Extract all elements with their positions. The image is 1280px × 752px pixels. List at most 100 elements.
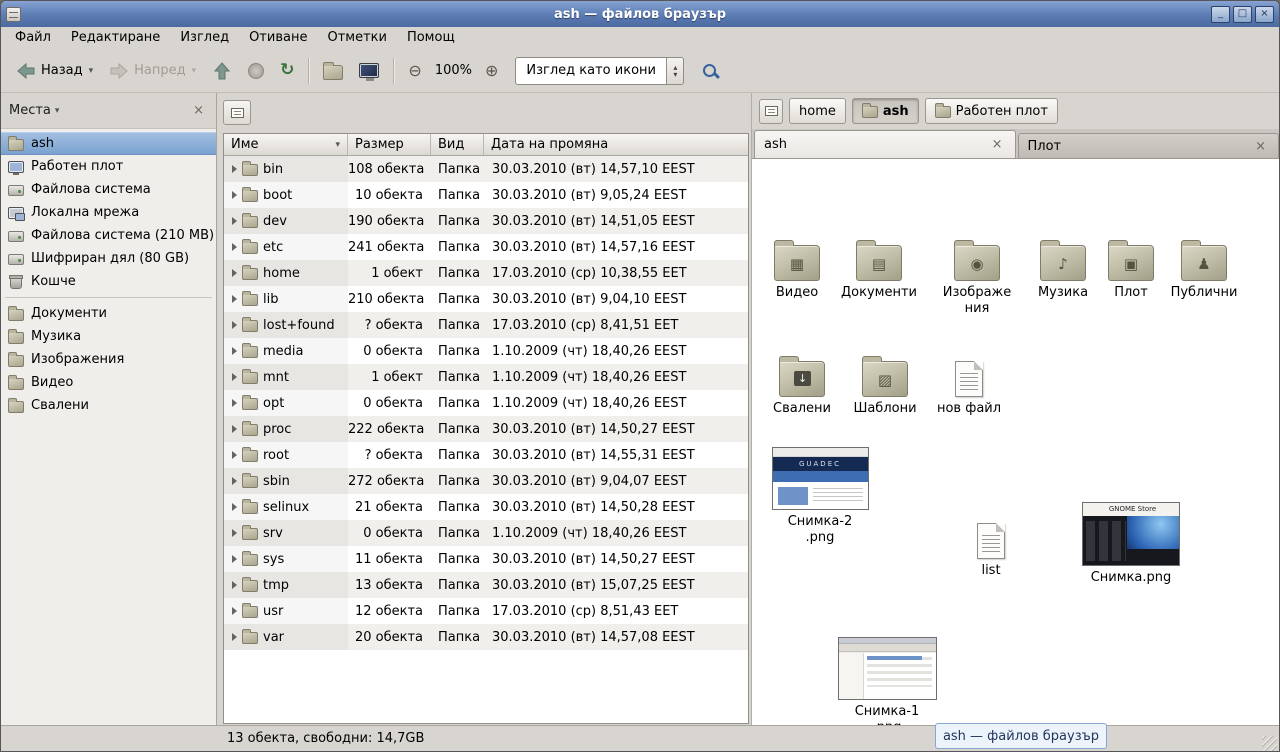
combo-arrows-icon[interactable]: ▴▾ <box>666 58 683 84</box>
sidebar-item-trash[interactable]: Кошче <box>1 270 216 293</box>
file-snimka-2[interactable]: GUADEC Снимка-2.png <box>770 447 870 546</box>
menu-item[interactable]: Редактиране <box>61 27 170 49</box>
expander-icon[interactable] <box>232 555 237 563</box>
close-button[interactable]: × <box>1255 6 1274 23</box>
view-mode-select[interactable]: Изглед като икони ▴▾ <box>515 57 684 85</box>
table-row[interactable]: lib 210 обекта Папка 30.03.2010 (вт) 9,0… <box>224 286 748 312</box>
table-row[interactable]: sys 11 обекта Папка 30.03.2010 (вт) 14,5… <box>224 546 748 572</box>
table-row[interactable]: bin 108 обекта Папка 30.03.2010 (вт) 14,… <box>224 156 748 182</box>
zoom-out-button[interactable]: ⊖ <box>401 54 428 88</box>
folder-video[interactable]: ▦ Видео <box>762 239 832 301</box>
expander-icon[interactable] <box>232 425 237 433</box>
table-row[interactable]: var 20 обекта Папка 30.03.2010 (вт) 14,5… <box>224 624 748 650</box>
computer-button[interactable] <box>352 54 386 88</box>
expander-icon[interactable] <box>232 451 237 459</box>
home-button[interactable] <box>316 54 350 88</box>
table-row[interactable]: usr 12 обекта Папка 17.03.2010 (ср) 8,51… <box>224 598 748 624</box>
sidebar-item-video[interactable]: Видео <box>1 371 216 394</box>
expander-icon[interactable] <box>232 165 237 173</box>
file-snimka[interactable]: GNOME Store Снимка.png <box>1081 502 1181 586</box>
menu-item[interactable]: Отметки <box>317 27 396 49</box>
expander-icon[interactable] <box>232 295 237 303</box>
back-dropdown-icon[interactable]: ▾ <box>89 66 94 76</box>
file-new-file[interactable]: нов файл <box>935 355 1003 417</box>
column-header-size[interactable]: Размер <box>348 134 431 156</box>
file-snimka-1[interactable]: Снимка-1.png <box>837 637 937 725</box>
maximize-button[interactable]: □ <box>1233 6 1252 23</box>
sidebar-item-network[interactable]: Локална мрежа <box>1 201 216 224</box>
expander-icon[interactable] <box>232 269 237 277</box>
menu-item[interactable]: Помощ <box>397 27 465 49</box>
table-row[interactable]: lost+found ? обекта Папка 17.03.2010 (ср… <box>224 312 748 338</box>
column-header-name[interactable]: Име▾ <box>224 134 348 156</box>
path-button-ash[interactable]: ash <box>852 98 919 124</box>
table-row[interactable]: boot 10 обекта Папка 30.03.2010 (вт) 9,0… <box>224 182 748 208</box>
reload-button[interactable]: ↻ <box>273 54 301 88</box>
table-row[interactable]: selinux 21 обекта Папка 30.03.2010 (вт) … <box>224 494 748 520</box>
sidebar-item-desktop[interactable]: Работен плот <box>1 155 216 178</box>
expander-icon[interactable] <box>232 581 237 589</box>
table-row[interactable]: home 1 обект Папка 17.03.2010 (ср) 10,38… <box>224 260 748 286</box>
sidebar-mode-dropdown-icon[interactable]: ▾ <box>55 106 60 116</box>
table-row[interactable]: mnt 1 обект Папка 1.10.2009 (чт) 18,40,2… <box>224 364 748 390</box>
expander-icon[interactable] <box>232 321 237 329</box>
table-row[interactable]: proc 222 обекта Папка 30.03.2010 (вт) 14… <box>224 416 748 442</box>
sidebar-item-downloads[interactable]: Свалени <box>1 394 216 417</box>
sidebar-item-documents[interactable]: Документи <box>1 302 216 325</box>
minimize-button[interactable]: _ <box>1211 6 1230 23</box>
table-row[interactable]: media 0 обекта Папка 1.10.2009 (чт) 18,4… <box>224 338 748 364</box>
folder-public[interactable]: ♟ Публични <box>1166 239 1242 301</box>
icon-view[interactable]: ▦ Видео ▤ Документи ◉ Изображения ♪ Музи… <box>752 159 1280 725</box>
folder-downloads[interactable]: ↓ Свалени <box>767 355 837 417</box>
expander-icon[interactable] <box>232 347 237 355</box>
sidebar-title[interactable]: Места <box>9 103 51 118</box>
zoom-in-button[interactable]: ⊕ <box>478 54 505 88</box>
resize-grip[interactable] <box>1262 736 1277 751</box>
table-row[interactable]: root ? обекта Папка 30.03.2010 (вт) 14,5… <box>224 442 748 468</box>
folder-documents[interactable]: ▤ Документи <box>836 239 922 301</box>
folder-music[interactable]: ♪ Музика <box>1029 239 1097 301</box>
sidebar-item-ash[interactable]: ash <box>1 132 216 155</box>
expander-icon[interactable] <box>232 217 237 225</box>
tab-close-icon[interactable]: × <box>989 137 1006 152</box>
expander-icon[interactable] <box>232 607 237 615</box>
table-row[interactable]: sbin 272 обекта Папка 30.03.2010 (вт) 9,… <box>224 468 748 494</box>
sidebar-item-filesystem-210mb[interactable]: Файлова система (210 MB) <box>1 224 216 247</box>
search-button[interactable] <box>696 54 723 88</box>
path-button-home[interactable]: home <box>789 98 846 124</box>
stop-button[interactable] <box>241 54 271 88</box>
expander-icon[interactable] <box>232 529 237 537</box>
up-button[interactable] <box>205 54 239 88</box>
table-row[interactable]: opt 0 обекта Папка 1.10.2009 (чт) 18,40,… <box>224 390 748 416</box>
folder-templates[interactable]: ▨ Шаблони <box>849 355 921 417</box>
location-bar-toggle-button[interactable] <box>223 100 251 125</box>
location-bar-toggle-button[interactable] <box>759 99 783 124</box>
tab-close-icon[interactable]: × <box>1252 139 1269 154</box>
forward-button[interactable]: Напред ▾ <box>102 54 203 88</box>
table-row[interactable]: etc 241 обекта Папка 30.03.2010 (вт) 14,… <box>224 234 748 260</box>
path-button-desktop[interactable]: Работен плот <box>925 98 1058 124</box>
sidebar-item-pictures[interactable]: Изображения <box>1 348 216 371</box>
sidebar-item-music[interactable]: Музика <box>1 325 216 348</box>
expander-icon[interactable] <box>232 399 237 407</box>
expander-icon[interactable] <box>232 633 237 641</box>
sidebar-item-encrypted-80gb[interactable]: Шифриран дял (80 GB) <box>1 247 216 270</box>
expander-icon[interactable] <box>232 373 237 381</box>
file-list[interactable]: list <box>963 517 1019 579</box>
column-header-date[interactable]: Дата на промяна <box>484 134 748 156</box>
menu-item[interactable]: Файл <box>5 27 61 49</box>
tab-desktop[interactable]: Плот × <box>1018 133 1280 158</box>
table-row[interactable]: tmp 13 обекта Папка 30.03.2010 (вт) 15,0… <box>224 572 748 598</box>
folder-desktop[interactable]: ▣ Плот <box>1101 239 1161 301</box>
expander-icon[interactable] <box>232 477 237 485</box>
menu-item[interactable]: Изглед <box>170 27 239 49</box>
sidebar-item-filesystem[interactable]: Файлова система <box>1 178 216 201</box>
sidebar-close-icon[interactable]: × <box>189 103 208 118</box>
expander-icon[interactable] <box>232 243 237 251</box>
tab-ash[interactable]: ash × <box>754 130 1016 158</box>
column-header-type[interactable]: Вид <box>431 134 484 156</box>
folder-pictures[interactable]: ◉ Изображения <box>931 239 1023 317</box>
back-button[interactable]: Назад ▾ <box>9 54 100 88</box>
table-row[interactable]: dev 190 обекта Папка 30.03.2010 (вт) 14,… <box>224 208 748 234</box>
table-row[interactable]: srv 0 обекта Папка 1.10.2009 (чт) 18,40,… <box>224 520 748 546</box>
